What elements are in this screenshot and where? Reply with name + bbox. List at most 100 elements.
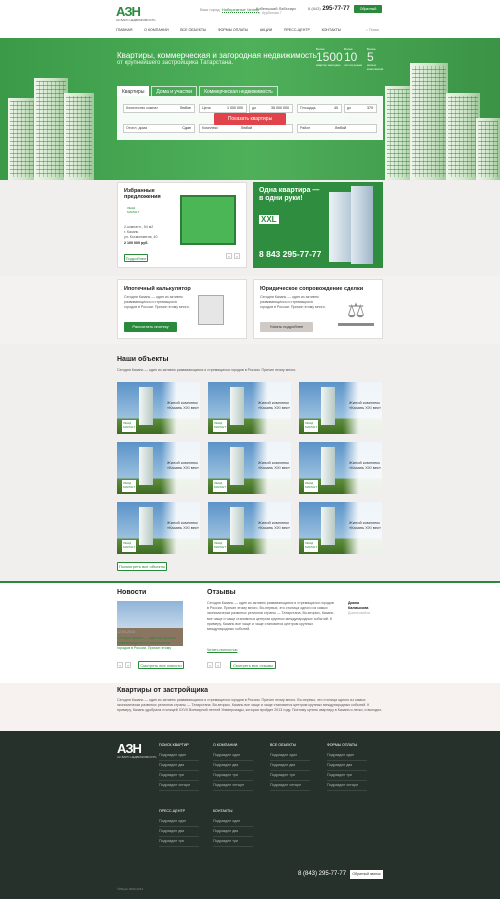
prev-arrow-icon[interactable]: ‹ <box>207 662 213 668</box>
footer-link[interactable]: Подраздел три <box>213 771 253 781</box>
object-tile[interactable]: Жилой комплекс «Казань XXI век» ЛЕНД МАРК… <box>208 502 291 554</box>
nav-item-objects[interactable]: ВСЕ ОБЪЕКТЫ <box>180 28 206 36</box>
hero: Квартиры, коммерческая и загородная недв… <box>0 38 500 180</box>
building-image <box>64 93 94 180</box>
finish-select[interactable]: Отопл. дома Сдан <box>123 124 195 133</box>
learn-more-button[interactable]: Узнать подробнее <box>260 322 313 332</box>
logo-mark: АЗН <box>116 4 141 19</box>
all-reviews-button[interactable]: Смотреть все отзывы <box>230 661 276 669</box>
nav-item-promo[interactable]: АКЦИИ <box>260 28 272 36</box>
next-arrow-icon[interactable]: › <box>234 253 240 259</box>
calculator-text: Сегодня Казань — один из активно развива… <box>124 295 190 309</box>
nav-item-contacts[interactable]: КОНТАКТЫ <box>322 28 341 36</box>
complex-select[interactable]: Комплекс Любой <box>199 124 293 133</box>
footer-link[interactable]: Подраздел три <box>159 837 199 847</box>
object-tile[interactable]: Жилой комплекс «Казань XXI век» ЛЕНД МАРК… <box>117 382 200 434</box>
footer-link[interactable]: Подраздел два <box>270 761 310 771</box>
next-arrow-icon[interactable]: › <box>125 662 131 668</box>
footer-column-title[interactable]: ПРЕСС-ЦЕНТР <box>159 809 199 814</box>
nav-item-about[interactable]: О КОМПАНИИ <box>144 28 168 36</box>
footer-column-title[interactable]: КОНТАКТЫ <box>213 809 253 814</box>
header-phone[interactable]: 8 (843) 295-77-77 <box>308 6 350 12</box>
footer-link[interactable]: Подраздел один <box>327 751 367 761</box>
featured-card: Избранные предложения ЛЕНД МАРКЕТ 2-комн… <box>117 182 247 268</box>
review-role: Домохозяйка <box>348 611 370 615</box>
footer-link[interactable]: Подраздел один <box>270 751 310 761</box>
review-read-more[interactable]: Читать полностью <box>207 648 237 653</box>
object-tile[interactable]: Жилой комплекс «Казань XXI век» ЛЕНД МАРК… <box>208 442 291 494</box>
footer-link[interactable]: Подраздел четыре <box>213 781 253 791</box>
footer-link[interactable]: Подраздел четыре <box>327 781 367 791</box>
footer-column-title[interactable]: ПОИСК КВАРТИР <box>159 743 199 748</box>
object-name: Жилой комплекс «Казань XXI век» <box>167 460 200 470</box>
all-objects-button[interactable]: Посмотреть все объекты <box>117 562 167 571</box>
object-name: Жилой комплекс «Казань XXI век» <box>167 400 200 410</box>
footer-phone[interactable]: 8 (843) 295-77-77 <box>298 871 346 877</box>
area-to-input[interactable]: до 370 <box>344 104 377 113</box>
callback-button[interactable]: Обратный звонок <box>354 5 382 19</box>
tab-apartments[interactable]: Квартиры <box>117 86 150 96</box>
object-tile[interactable]: Жилой комплекс «Казань XXI век» ЛЕНД МАРК… <box>208 382 291 434</box>
object-tile[interactable]: Жилой комплекс «Казань XXI век» ЛЕНД МАРК… <box>299 442 382 494</box>
object-logo: ЛЕНД МАРКЕТ <box>122 420 136 432</box>
floorplan-image[interactable] <box>180 195 236 245</box>
footer-column-title[interactable]: О КОМПАНИИ <box>213 743 253 748</box>
city-value[interactable]: Набережные Челны <box>221 7 260 13</box>
prev-arrow-icon[interactable]: ‹ <box>226 253 232 259</box>
footer-link[interactable]: Подраздел один <box>159 751 199 761</box>
nav-item-payment[interactable]: ФОРМЫ ОПЛАТЫ <box>218 28 248 36</box>
footer-logo[interactable]: АЗН АК БАРС НЕДВИЖИМОСТЬ <box>117 742 156 759</box>
footer-link[interactable]: Подраздел четыре <box>159 781 199 791</box>
object-name: Жилой комплекс «Казань XXI век» <box>258 460 291 470</box>
services-section: Ипотечный калькулятор Сегодня Казань — о… <box>0 276 500 344</box>
footer-link[interactable]: Подраздел два <box>159 761 199 771</box>
promo-title: Одна квартира — в одни руки! <box>259 187 320 202</box>
footer-link[interactable]: Подраздел один <box>213 817 253 827</box>
logo[interactable]: АЗН АК БАРС НЕДВИЖИМОСТЬ <box>116 4 155 22</box>
footer-link[interactable]: Подраздел три <box>327 771 367 781</box>
price-from-input[interactable]: Цена 1 000 000 <box>199 104 247 113</box>
object-tile[interactable]: Жилой комплекс «Казань XXI век» ЛЕНД МАРК… <box>117 442 200 494</box>
developer-title: Квартиры от застройщика <box>117 687 209 694</box>
footer-link[interactable]: Подраздел два <box>159 827 199 837</box>
footer-link[interactable]: Подраздел три <box>213 837 253 847</box>
footer-column: ФОРМЫ ОПЛАТЫ Подраздел один Подраздел два П… <box>327 743 367 791</box>
footer-link[interactable]: Подраздел три <box>159 771 199 781</box>
tab-commercial[interactable]: Коммерческая недвижимость <box>199 86 278 96</box>
news-text[interactable]: Сегодня Казань — один из активно развива… <box>117 636 183 651</box>
show-apartments-button[interactable]: Показать квартиры <box>214 113 286 125</box>
footer-link[interactable]: Подраздел два <box>327 761 367 771</box>
object-tile[interactable]: Жилой комплекс «Казань XXI век» ЛЕНД МАРК… <box>299 382 382 434</box>
object-logo: ЛЕНД МАРКЕТ <box>304 420 318 432</box>
building-image <box>410 63 448 180</box>
footer-link[interactable]: Подраздел один <box>159 817 199 827</box>
footer-link[interactable]: Подраздел три <box>270 771 310 781</box>
object-tile[interactable]: Жилой комплекс «Казань XXI век» ЛЕНД МАРК… <box>117 502 200 554</box>
area-from-input[interactable]: Площадь 40 <box>297 104 342 113</box>
city-selector[interactable]: Ваш город: Набережные Челны <box>200 7 260 13</box>
rooms-select[interactable]: Количество комнат Любое <box>123 104 195 113</box>
next-arrow-icon[interactable]: › <box>215 662 221 668</box>
footer-link[interactable]: Подраздел два <box>213 761 253 771</box>
promo-banner[interactable]: Одна квартира — в одни руки! XXL 8 843 2… <box>253 182 383 268</box>
all-news-button[interactable]: Смотреть все новости <box>138 661 184 669</box>
nav-item-press[interactable]: ПРЕСС-ЦЕНТР <box>284 28 310 36</box>
footer-link[interactable]: Подраздел два <box>213 827 253 837</box>
calculator-icon <box>198 295 224 325</box>
footer-column: КОНТАКТЫ Подраздел один Подраздел два Подра… <box>213 809 253 847</box>
district-select[interactable]: Район Любой <box>297 124 377 133</box>
footer-callback-button[interactable]: Обратный звонок <box>350 870 383 879</box>
footer-column-title[interactable]: ВСЕ ОБЪЕКТЫ <box>270 743 310 748</box>
nav-item-home[interactable]: ГЛАВНАЯ <box>116 28 132 36</box>
search-link[interactable]: ⌕ Поиск <box>366 28 379 32</box>
tab-houses[interactable]: Дома и участки <box>151 86 198 96</box>
footer-column-title[interactable]: ФОРМЫ ОПЛАТЫ <box>327 743 367 748</box>
news-date: 12.04.2014 <box>117 630 135 634</box>
object-tile[interactable]: Жилой комплекс «Казань XXI век» ЛЕНД МАРК… <box>299 502 382 554</box>
featured-more-button[interactable]: Подробнее <box>124 254 148 262</box>
calculate-mortgage-button[interactable]: Рассчитать ипотеку <box>124 322 177 332</box>
prev-arrow-icon[interactable]: ‹ <box>117 662 123 668</box>
price-to-input[interactable]: до 35 000 000 <box>249 104 293 113</box>
footer-link[interactable]: Подраздел один <box>213 751 253 761</box>
footer-link[interactable]: Подраздел четыре <box>270 781 310 791</box>
